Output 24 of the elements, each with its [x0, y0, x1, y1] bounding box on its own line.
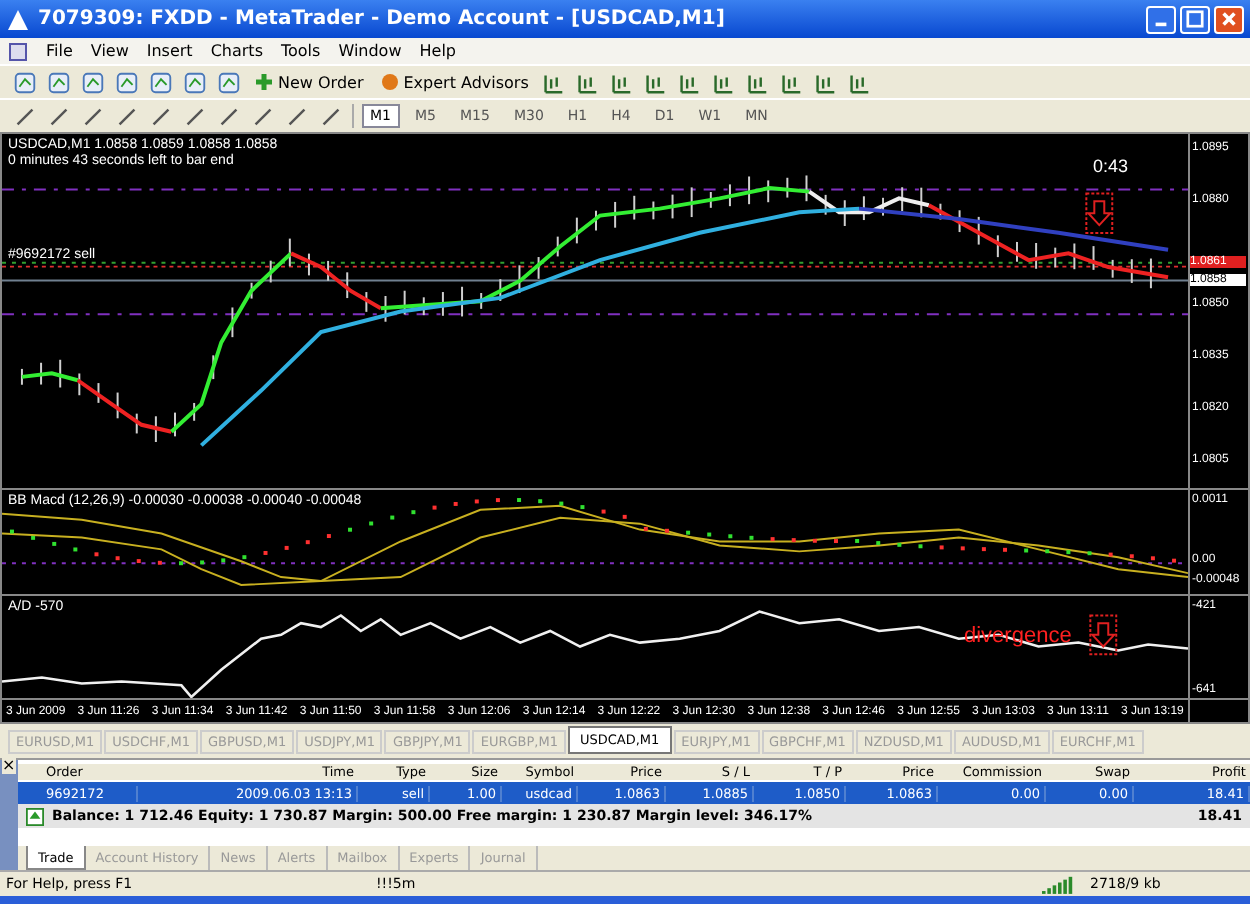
plus-icon	[254, 72, 274, 92]
menu-item[interactable]: File	[46, 42, 73, 60]
menu-item[interactable]: View	[90, 42, 129, 60]
menu-item[interactable]: Charts	[210, 42, 263, 60]
menu-item[interactable]: Help	[419, 42, 456, 60]
expert-advisors-button[interactable]: Expert Advisors	[375, 72, 533, 92]
maximize-icon	[1186, 10, 1204, 28]
countdown-text: 0:43	[1092, 156, 1128, 176]
window-title: 7079309: FXDD - MetaTrader - Demo Account - [USDCAD,M1]	[38, 8, 727, 30]
close-icon	[1220, 10, 1238, 28]
connection-icon	[1042, 875, 1074, 893]
minimize-button[interactable]	[1146, 5, 1176, 33]
new-order-button[interactable]: New Order	[250, 72, 368, 92]
app-icon	[6, 7, 30, 31]
maximize-button[interactable]	[1180, 5, 1210, 33]
circle-icon	[379, 72, 400, 92]
document-icon	[8, 41, 28, 61]
balance-icon	[26, 807, 44, 825]
menu-item[interactable]: Window	[338, 42, 402, 60]
close-button[interactable]	[1214, 5, 1244, 33]
menu-item[interactable]: Insert	[146, 42, 193, 60]
menu-item[interactable]: Tools	[280, 42, 321, 60]
close-button[interactable]: ×	[2, 756, 16, 774]
divergence-annotation: divergence	[964, 623, 1072, 648]
